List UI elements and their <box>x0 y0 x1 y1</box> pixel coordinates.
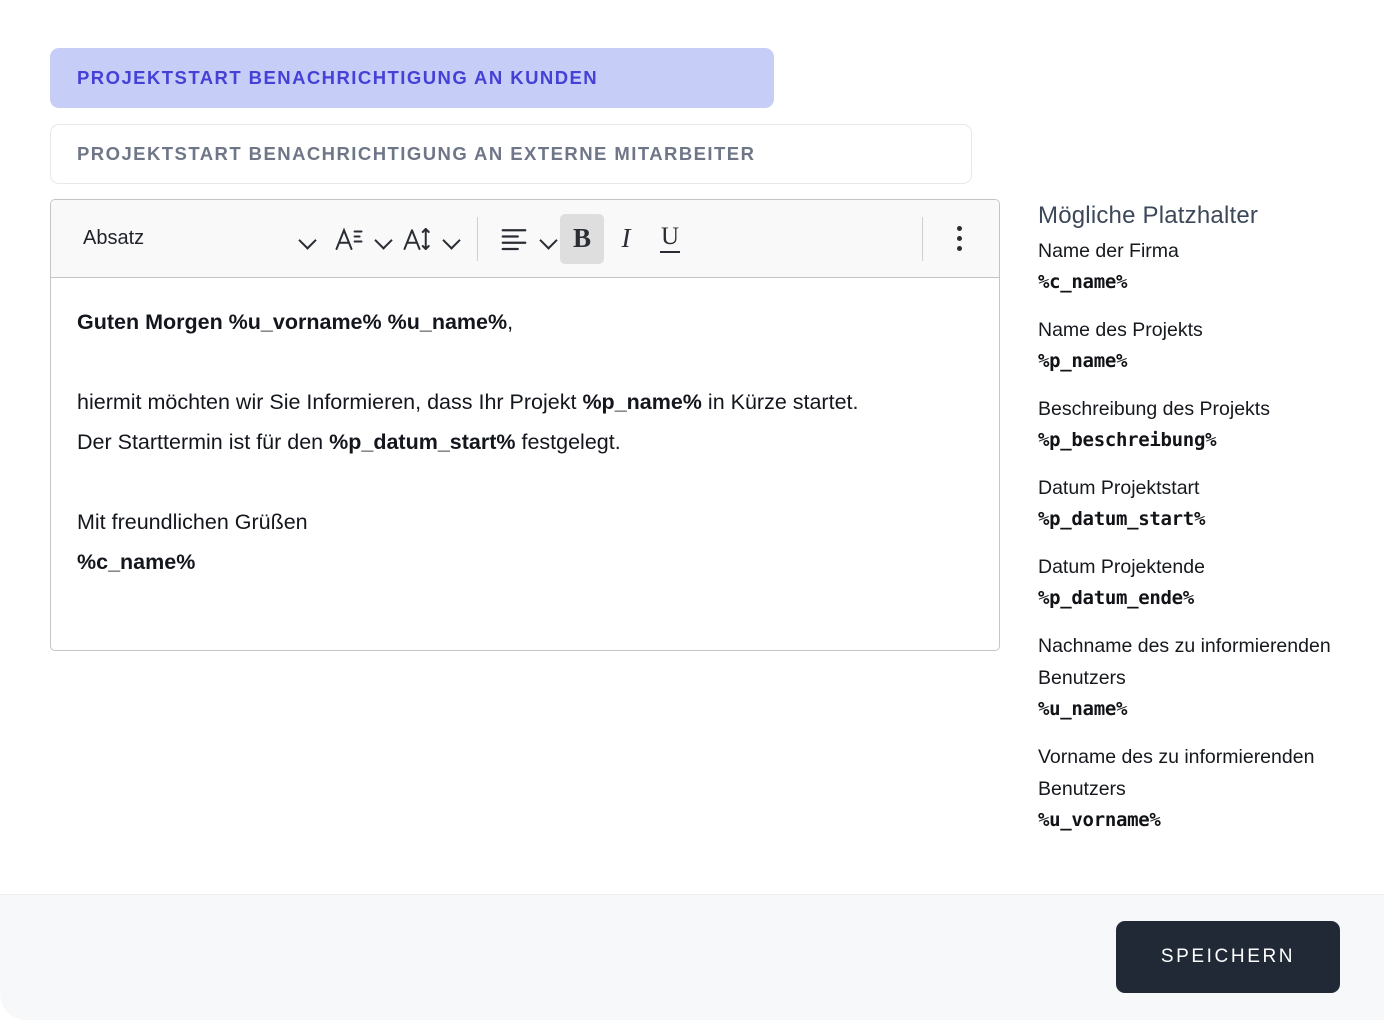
tab-projektstart-externe-mitarbeiter[interactable]: Projektstart Benachrichtigung an externe… <box>50 124 972 184</box>
text-align-control[interactable] <box>492 214 560 264</box>
placeholder-label: Datum Projektstart <box>1038 477 1200 499</box>
font-size-icon[interactable] <box>395 214 439 264</box>
block-format-select[interactable]: Absatz <box>69 217 327 261</box>
placeholder-item[interactable]: Nachname des zu informierenden Benutzers… <box>1038 630 1348 724</box>
rich-text-editor: Absatz B I U Guten Morgen %u_vorname% %u… <box>50 199 1000 651</box>
placeholder-code[interactable]: %u_name% <box>1038 694 1348 724</box>
underline-button[interactable]: U <box>648 214 692 264</box>
font-size-control[interactable] <box>395 214 463 264</box>
chevron-down-icon[interactable] <box>373 228 395 250</box>
placeholder-label: Vorname des zu informierenden Benutzers <box>1038 746 1315 800</box>
placeholder-list: Name der Firma %c_name% Name des Projekts%… <box>1038 235 1348 835</box>
placeholder-panel-title: Mögliche Platzhalter <box>1038 202 1259 229</box>
editor-bold-run: %p_name% <box>582 390 702 414</box>
chevron-down-icon[interactable] <box>538 228 560 250</box>
tab-label: Projektstart Benachrichtigung an Kunden <box>77 67 599 88</box>
editor-bold-run: Guten Morgen %u_vorname% %u_name% <box>77 310 508 334</box>
editor-paragraph: hiermit möchten wir Sie Informieren, das… <box>77 382 973 462</box>
placeholder-item[interactable]: Datum Projektstart %p_datum_start% <box>1038 472 1348 534</box>
chevron-down-icon[interactable] <box>441 228 463 250</box>
editor-text-run: Der Starttermin ist für den <box>77 430 330 454</box>
bold-button[interactable]: B <box>560 213 604 264</box>
placeholder-code[interactable]: %u_vorname% <box>1038 805 1348 835</box>
tab-projektstart-kunden[interactable]: Projektstart Benachrichtigung an Kunden <box>50 48 774 108</box>
editor-text-run: Mit freundlichen Grüßen <box>77 510 308 534</box>
save-button[interactable]: Speichern <box>1116 921 1340 993</box>
font-family-icon[interactable] <box>327 214 371 264</box>
placeholder-item[interactable]: Name der Firma %c_name% <box>1038 235 1348 297</box>
editor-bold-run: %c_name% <box>77 550 196 574</box>
footer-bar: Speichern <box>0 894 1384 1020</box>
placeholder-code[interactable]: %p_datum_start% <box>1038 504 1348 534</box>
chevron-down-icon <box>297 228 319 250</box>
editor-paragraph: Mit freundlichen Grüßen %c_name% <box>77 502 973 582</box>
editor-content[interactable]: Guten Morgen %u_vorname% %u_name%,hiermi… <box>51 278 999 650</box>
kebab-menu-icon <box>956 226 962 251</box>
editor-text-run: hiermit möchten wir Sie Informieren, das… <box>77 390 583 414</box>
editor-text-run: , <box>507 310 514 334</box>
toolbar-divider <box>477 216 478 261</box>
block-format-value: Absatz <box>83 227 145 249</box>
placeholder-item[interactable]: Name des Projekts %p_name% <box>1038 314 1348 376</box>
placeholder-item[interactable]: Vorname des zu informierenden Benutzers%… <box>1038 741 1348 835</box>
editor-text-run: festgelegt. <box>515 430 621 454</box>
placeholder-label: Name des Projekts <box>1038 319 1203 341</box>
template-editor-page: Projektstart Benachrichtigung an Kunden … <box>0 0 1384 1020</box>
placeholder-code[interactable]: %p_name% <box>1038 346 1348 376</box>
align-left-icon[interactable] <box>492 214 536 264</box>
placeholder-panel: Mögliche Platzhalter Name der Firma %c_na… <box>1038 202 1348 852</box>
editor-bold-run: %p_datum_start% <box>329 430 516 454</box>
editor-paragraph: Guten Morgen %u_vorname% %u_name%, <box>77 302 973 342</box>
placeholder-code[interactable]: %c_name% <box>1038 267 1348 297</box>
placeholder-code[interactable]: %p_datum_ende% <box>1038 583 1348 613</box>
placeholder-label: Beschreibung des Projekts <box>1038 398 1270 420</box>
placeholder-label: Name der Firma <box>1038 240 1179 262</box>
placeholder-item[interactable]: Beschreibung des Projekts %p_beschreibung… <box>1038 393 1348 455</box>
overflow-menu-button[interactable] <box>937 214 981 264</box>
italic-label: I <box>621 223 631 253</box>
placeholder-label: Nachname des zu informierenden Benutzers <box>1038 635 1331 689</box>
toolbar-divider <box>922 216 923 261</box>
font-family-control[interactable] <box>327 214 395 264</box>
underline-label: U <box>659 224 681 253</box>
italic-button[interactable]: I <box>604 214 648 264</box>
bold-label: B <box>572 223 591 253</box>
placeholder-label: Datum Projektende <box>1038 556 1205 578</box>
placeholder-code[interactable]: %p_beschreibung% <box>1038 425 1348 455</box>
editor-toolbar: Absatz B I U <box>51 200 999 278</box>
editor-text-run: in Kürze startet. <box>701 390 859 414</box>
tab-label: Projektstart Benachrichtigung an externe… <box>77 143 756 164</box>
placeholder-item[interactable]: Datum Projektende %p_datum_ende% <box>1038 551 1348 613</box>
template-tab-list: Projektstart Benachrichtigung an Kunden … <box>50 48 1334 184</box>
